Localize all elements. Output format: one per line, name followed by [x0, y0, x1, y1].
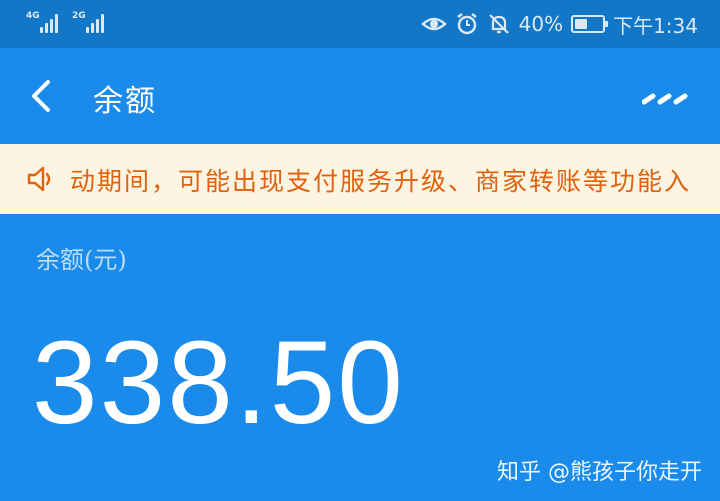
- balance-label: 余额(元): [36, 246, 127, 274]
- battery-percent: 40%: [518, 12, 564, 36]
- nav-bar: 余额: [0, 48, 720, 144]
- battery-icon: [571, 15, 609, 33]
- signal-label-1: 4G: [26, 11, 40, 21]
- balance-amount: 338.50: [32, 317, 405, 449]
- eye-icon: [420, 17, 447, 31]
- alarm-icon: [456, 13, 477, 35]
- clock: 下午1:34: [613, 13, 698, 38]
- chevron-left-icon: [32, 80, 50, 112]
- notice-text: 动期间，可能出现支付服务升级、商家转账等功能入: [70, 167, 692, 196]
- page-title: 余额: [93, 84, 157, 119]
- status-bar: 4G 2G 40% 下午1:34: [0, 0, 720, 48]
- more-button[interactable]: [641, 90, 690, 105]
- notice-banner[interactable]: 动期间，可能出现支付服务升级、商家转账等功能入: [0, 144, 720, 214]
- signal-label-2: 2G: [72, 11, 86, 21]
- back-button[interactable]: [26, 78, 60, 114]
- more-icon: [641, 93, 688, 105]
- status-right-group: 40% 下午1:34: [420, 11, 698, 38]
- bell-muted-icon: [488, 14, 509, 34]
- balance-section: 余额(元) 338.50 知乎 @熊孩子你走开: [0, 214, 720, 501]
- speaker-icon: [27, 166, 51, 192]
- watermark: 知乎 @熊孩子你走开: [497, 460, 702, 485]
